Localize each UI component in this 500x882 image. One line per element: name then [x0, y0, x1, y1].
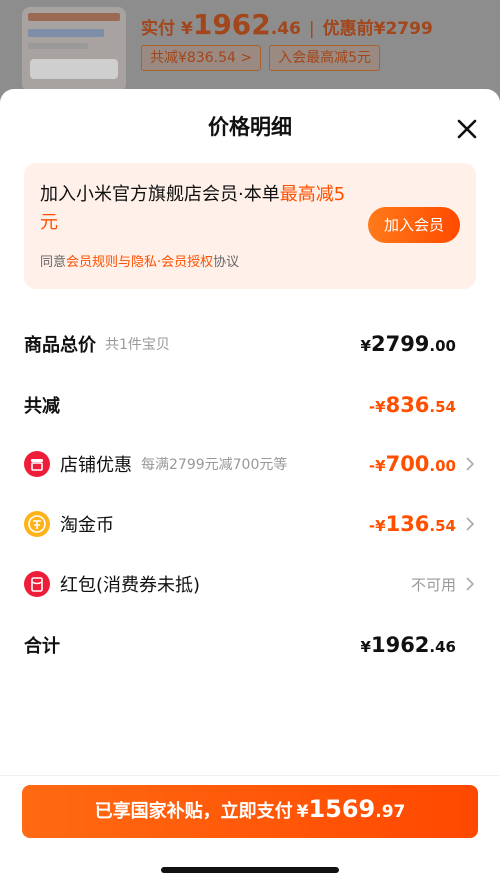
product-thumbnail	[22, 7, 126, 92]
shop-discount-row[interactable]: 店铺优惠 每满2799元减700元等 -¥ 700.00	[24, 444, 476, 484]
red-packet-status: 不可用	[410, 575, 456, 594]
sum-value: ¥1962.46	[360, 633, 456, 657]
chevron-right-icon	[466, 457, 475, 471]
shop-discount-value: -¥ 700.00	[368, 452, 456, 476]
paid-dec: .46	[270, 19, 301, 39]
member-chip[interactable]: 入会最高减5元	[269, 45, 380, 71]
divider	[0, 775, 500, 776]
reduce-total-value: -¥ 836.54	[368, 393, 456, 417]
coin-icon	[24, 511, 50, 537]
goods-total-row: 商品总价 共1件宝贝 ¥2799.00	[24, 324, 476, 364]
sheet-title: 价格明细	[208, 115, 292, 139]
taojinbi-row[interactable]: 淘金币 -¥ 136.54	[24, 504, 476, 544]
red-packet-row[interactable]: 红包(消费券未抵) 不可用	[24, 564, 476, 604]
paid-label: 实付	[141, 19, 175, 39]
sum-row: 合计 ¥1962.46	[24, 625, 476, 665]
member-banner: 加入小米官方旗舰店会员·本单最高减5元 同意会员规则与隐私·会员授权协议 加入会…	[24, 163, 476, 289]
pay-button[interactable]: 已享国家补贴，立即支付 ¥1569.97	[22, 785, 478, 838]
close-icon[interactable]	[456, 118, 478, 140]
goods-total-value: ¥2799.00	[360, 332, 456, 356]
join-member-button[interactable]: 加入会员	[368, 207, 460, 243]
shop-discount-desc: 每满2799元减700元等	[141, 457, 288, 473]
original-price: 优惠前¥2799	[322, 19, 433, 39]
paid-symbol: ¥	[181, 19, 193, 39]
member-rules-link[interactable]: 会员规则与隐私·会员授权	[66, 255, 213, 270]
goods-total-count: 共1件宝贝	[105, 337, 170, 353]
red-packet-icon	[24, 571, 50, 597]
shop-icon	[24, 451, 50, 477]
discount-chip[interactable]: 共减¥836.54 >	[141, 45, 262, 71]
shop-discount-label: 店铺优惠	[60, 455, 132, 476]
taojinbi-value: -¥ 136.54	[368, 512, 456, 536]
home-indicator[interactable]	[161, 867, 339, 873]
price-detail-sheet: 价格明细 加入小米官方旗舰店会员·本单最高减5元 同意会员规则与隐私·会员授权协…	[0, 89, 500, 882]
paid-int: 1962	[192, 8, 271, 41]
member-agreement: 同意会员规则与隐私·会员授权协议	[40, 255, 240, 270]
red-packet-label: 红包(消费券未抵)	[60, 575, 201, 596]
price-separator: |	[308, 19, 315, 39]
taojinbi-label: 淘金币	[60, 515, 114, 536]
paid-price: 实付 ¥ 1962 .46 | 优惠前¥2799	[141, 8, 433, 42]
chevron-right-icon	[466, 517, 475, 531]
reduce-total-row: 共减 -¥ 836.54	[24, 385, 476, 425]
chevron-right-icon	[466, 577, 475, 591]
goods-total-label: 商品总价	[24, 335, 96, 356]
reduce-total-label: 共减	[24, 396, 60, 417]
member-text: 加入小米官方旗舰店会员·本单最高减5元	[40, 184, 346, 233]
product-header: 实付 ¥ 1962 .46 | 优惠前¥2799 共减¥836.54 > 入会最…	[0, 0, 500, 100]
sum-label: 合计	[24, 636, 60, 657]
